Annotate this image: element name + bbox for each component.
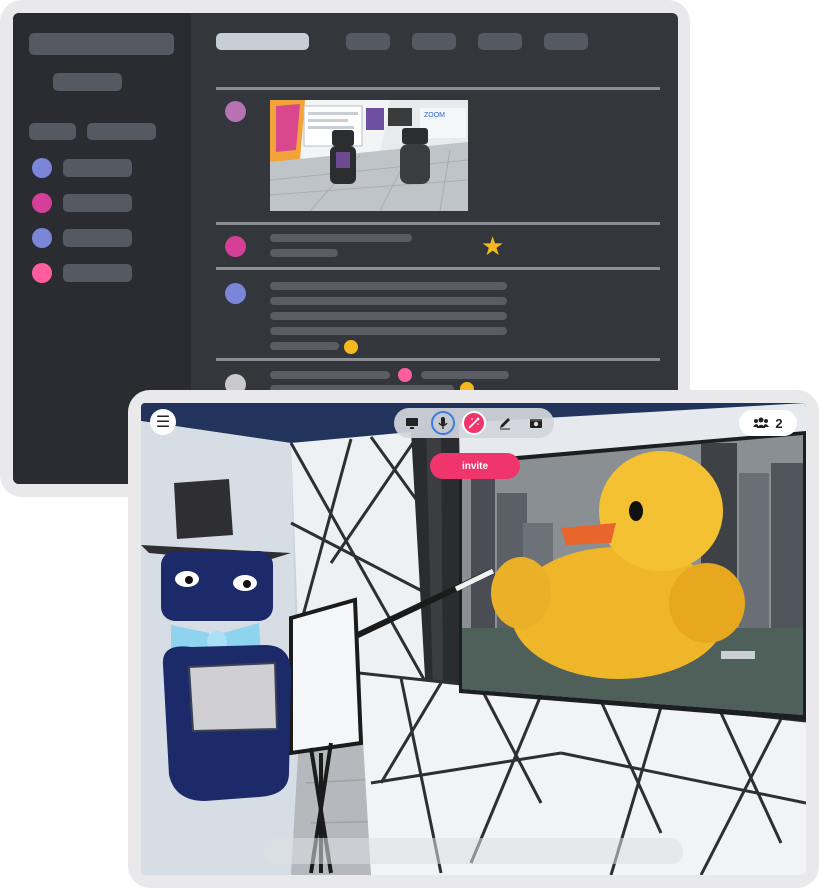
star-icon[interactable]: ★ [481,233,504,259]
microphone-button[interactable] [431,411,455,435]
divider [216,267,660,270]
invite-button[interactable]: invite [430,453,520,479]
tab[interactable] [478,33,522,50]
camera-button[interactable] [524,411,548,435]
magic-wand-icon [468,417,480,429]
reaction-dot[interactable] [398,368,412,382]
divider [216,358,660,361]
message-line-placeholder [270,249,338,257]
avatar [32,158,52,178]
microphone-icon [438,417,448,429]
pencil-icon [500,418,510,430]
message-line-placeholder [421,371,509,379]
avatar [225,283,246,304]
participant-count: 2 [775,415,783,431]
message-line-placeholder [270,234,412,242]
toolbar [394,408,554,438]
svg-text:ZOOM: ZOOM [424,112,445,119]
reaction-dot[interactable] [344,340,358,354]
sidebar-item-label-placeholder [63,159,132,177]
sidebar-item-label-placeholder [63,264,132,282]
shared-image-thumbnail[interactable]: ZOOM [270,100,468,211]
draw-button[interactable] [493,411,517,435]
menu-button[interactable]: ☰ [150,409,176,435]
sidebar-filter-2[interactable] [87,123,156,140]
virtual-room-window: ☰ invite 2 [128,390,819,888]
magic-wand-button[interactable] [462,411,486,435]
screen-share-button[interactable] [400,411,424,435]
message-line-placeholder [270,327,507,335]
virtual-room-preview: ZOOM [270,100,468,211]
sidebar-filter-1[interactable] [29,123,76,140]
virtual-room-viewport[interactable]: ☰ invite 2 [141,403,806,875]
tab[interactable] [412,33,456,50]
sidebar-header-placeholder [29,33,174,55]
tab-active[interactable] [216,33,309,50]
divider [216,87,660,90]
message-line-placeholder [270,282,507,290]
avatar [225,101,246,122]
tab[interactable] [346,33,390,50]
users-icon [753,417,770,428]
camera-icon [530,419,542,428]
avatar [32,228,52,248]
avatar [32,193,52,213]
sidebar-item-label-placeholder [63,229,132,247]
tab[interactable] [544,33,588,50]
divider [216,222,660,225]
message-line-placeholder [270,342,339,350]
message-line-placeholder [270,371,390,379]
chat-input-bar[interactable] [263,838,683,864]
sidebar-subheader-placeholder [53,73,122,91]
monitor-icon [406,418,418,429]
hamburger-icon: ☰ [155,414,171,431]
participants-button[interactable]: 2 [739,410,797,436]
message-line-placeholder [270,312,507,320]
message-line-placeholder [270,297,507,305]
sidebar-item-label-placeholder [63,194,132,212]
avatar [225,236,246,257]
avatar [32,263,52,283]
